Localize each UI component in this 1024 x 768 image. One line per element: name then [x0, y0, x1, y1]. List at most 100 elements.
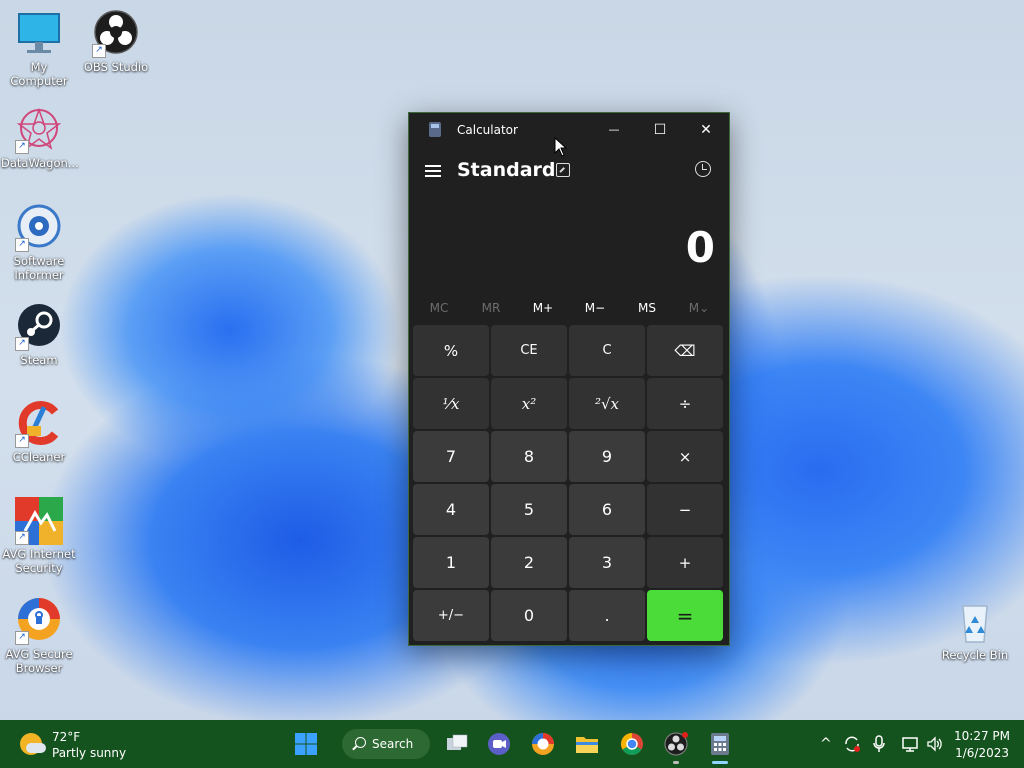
- recycle-bin-icon: [951, 598, 999, 646]
- menu-icon[interactable]: [425, 165, 441, 177]
- memory-store-button[interactable]: MS: [621, 297, 673, 319]
- close-button[interactable]: ✕: [683, 113, 729, 147]
- start-button[interactable]: [294, 732, 318, 756]
- clock-time: 10:27 PM: [954, 729, 1010, 743]
- windows-logo-icon: [295, 733, 317, 755]
- result-display: 0: [685, 223, 715, 272]
- memory-row: MC MR M+ M− MS M⌄: [413, 297, 725, 319]
- desktop-icon-label: Steam: [20, 353, 58, 367]
- desktop-icon-avg-secure-browser[interactable]: ↗ AVG Secure Browser: [1, 597, 77, 675]
- digit-5-button[interactable]: 5: [491, 484, 567, 535]
- avg-browser-icon: ↗: [15, 597, 63, 645]
- obs-running-indicator: [673, 761, 679, 764]
- square-root-button[interactable]: ²√x: [569, 378, 645, 429]
- clock-date: 1/6/2023: [955, 746, 1009, 760]
- digit-2-button[interactable]: 2: [491, 537, 567, 588]
- calculator-taskbar-icon[interactable]: [708, 732, 732, 756]
- calculator-header: Standard: [409, 153, 729, 189]
- calculator-window[interactable]: Calculator — ☐ ✕ Standard 0 MC MR M+ M− …: [408, 112, 730, 646]
- search-label: Search: [372, 737, 414, 751]
- shortcut-arrow-icon: ↗: [92, 44, 106, 58]
- calculator-active-indicator: [712, 761, 728, 764]
- task-view-icon[interactable]: [445, 732, 469, 756]
- desktop-icon-label: CCleaner: [12, 450, 66, 464]
- steam-icon: ↗: [15, 303, 63, 351]
- square-button[interactable]: x²: [491, 378, 567, 429]
- sync-icon[interactable]: [842, 734, 862, 754]
- digit-3-button[interactable]: 3: [569, 537, 645, 588]
- weather-description: Partly sunny: [52, 746, 127, 760]
- desktop-icon-label: My Computer: [10, 60, 68, 88]
- keep-on-top-icon[interactable]: [556, 163, 570, 177]
- network-icon[interactable]: [901, 735, 919, 753]
- search-icon: [355, 737, 366, 748]
- avg-icon: ↗: [15, 497, 63, 545]
- memory-recall-button[interactable]: MR: [465, 297, 517, 319]
- plus-button[interactable]: +: [647, 537, 723, 588]
- microphone-icon[interactable]: [872, 735, 886, 753]
- shortcut-arrow-icon: ↗: [15, 531, 29, 545]
- desktop-icon-label: AVG Internet Security: [2, 547, 76, 575]
- weather-temperature: 72°F: [52, 730, 81, 744]
- shortcut-arrow-icon: ↗: [15, 434, 29, 448]
- desktop-icon-label: Recycle Bin: [941, 648, 1009, 662]
- partly-sunny-icon: [20, 733, 46, 755]
- divide-button[interactable]: ÷: [647, 378, 723, 429]
- mode-title: Standard: [457, 159, 556, 181]
- memory-add-button[interactable]: M+: [517, 297, 569, 319]
- avg-browser-taskbar-icon[interactable]: [531, 732, 555, 756]
- multiply-button[interactable]: ×: [647, 431, 723, 482]
- file-explorer-icon[interactable]: [575, 732, 599, 756]
- history-icon[interactable]: [695, 161, 711, 177]
- digit-7-button[interactable]: 7: [413, 431, 489, 482]
- backspace-button[interactable]: ⌫: [647, 325, 723, 376]
- equals-button[interactable]: =: [647, 590, 723, 641]
- monitor-icon: [15, 10, 63, 58]
- obs-icon: ↗: [92, 10, 140, 58]
- negate-button[interactable]: +/−: [413, 590, 489, 641]
- calculator-app-icon: [429, 122, 441, 137]
- memory-clear-button[interactable]: MC: [413, 297, 465, 319]
- obs-taskbar-icon[interactable]: [664, 732, 688, 756]
- clear-entry-button[interactable]: CE: [491, 325, 567, 376]
- taskbar-search[interactable]: Search: [342, 729, 430, 759]
- desktop-icon-ccleaner[interactable]: ↗ CCleaner: [1, 400, 77, 464]
- memory-subtract-button[interactable]: M−: [569, 297, 621, 319]
- datawagon-icon: ↗: [15, 106, 63, 154]
- minimize-button[interactable]: —: [591, 113, 637, 147]
- show-hidden-icons-chevron[interactable]: ^: [820, 736, 832, 752]
- percent-button[interactable]: %: [413, 325, 489, 376]
- maximize-button[interactable]: ☐: [637, 113, 683, 147]
- desktop-icon-my-computer[interactable]: My Computer: [1, 10, 77, 88]
- software-informer-icon: ↗: [15, 204, 63, 252]
- digit-1-button[interactable]: 1: [413, 537, 489, 588]
- teams-chat-icon[interactable]: [487, 732, 511, 756]
- title-bar[interactable]: Calculator — ☐ ✕: [409, 113, 729, 147]
- shortcut-arrow-icon: ↗: [15, 337, 29, 351]
- desktop-icon-software-informer[interactable]: ↗ Software Informer: [1, 204, 77, 282]
- shortcut-arrow-icon: ↗: [15, 631, 29, 645]
- shortcut-arrow-icon: ↗: [15, 140, 29, 154]
- mouse-cursor-icon: [554, 137, 568, 157]
- clear-button[interactable]: C: [569, 325, 645, 376]
- desktop-icon-recycle-bin[interactable]: Recycle Bin: [937, 598, 1013, 662]
- memory-list-button[interactable]: M⌄: [673, 297, 725, 319]
- chrome-icon[interactable]: [620, 732, 644, 756]
- window-title: Calculator: [457, 123, 518, 137]
- digit-4-button[interactable]: 4: [413, 484, 489, 535]
- desktop-icon-avg-internet-security[interactable]: ↗ AVG Internet Security: [1, 497, 77, 575]
- digit-0-button[interactable]: 0: [491, 590, 567, 641]
- desktop-icon-obs-studio[interactable]: ↗ OBS Studio: [78, 10, 154, 74]
- digit-8-button[interactable]: 8: [491, 431, 567, 482]
- minus-button[interactable]: −: [647, 484, 723, 535]
- desktop-icon-steam[interactable]: ↗ Steam: [1, 303, 77, 367]
- digit-9-button[interactable]: 9: [569, 431, 645, 482]
- desktop-icon-label: OBS Studio: [83, 60, 149, 74]
- decimal-button[interactable]: .: [569, 590, 645, 641]
- digit-6-button[interactable]: 6: [569, 484, 645, 535]
- reciprocal-button[interactable]: ⅟x: [413, 378, 489, 429]
- volume-icon[interactable]: [926, 735, 944, 753]
- desktop-icon-label: AVG Secure Browser: [5, 647, 73, 675]
- desktop-icon-datawagon[interactable]: ↗ DataWagon...: [1, 106, 79, 170]
- shortcut-arrow-icon: ↗: [15, 238, 29, 252]
